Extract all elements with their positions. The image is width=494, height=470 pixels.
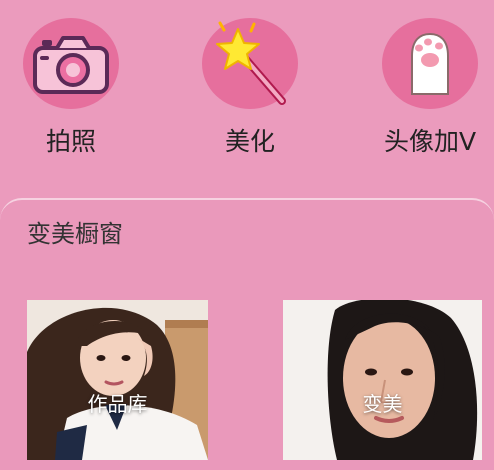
section-title: 变美橱窗	[27, 220, 123, 248]
action-label-photo: 拍照	[45, 127, 96, 156]
showcase-panel: 变美橱窗 作品库 变美	[0, 198, 494, 470]
cat-paw-icon	[411, 32, 449, 95]
beautify-action[interactable]: 美化	[190, 18, 310, 158]
showcase-card-beautify[interactable]: 变美	[283, 300, 482, 460]
avatar-v-action[interactable]: 头像加V	[370, 18, 490, 158]
action-label-avatar-v: 头像加V	[383, 127, 477, 156]
showcase-card-gallery[interactable]: 作品库	[27, 300, 208, 460]
magic-wand-icon	[216, 21, 286, 105]
portrait-photo-1	[27, 300, 208, 460]
card-label-beautify: 变美	[362, 392, 403, 416]
action-label-beautify: 美化	[224, 127, 275, 156]
portrait-photo-2	[283, 300, 482, 460]
cat-paw-icon-circle	[382, 18, 478, 109]
camera-action[interactable]: 拍照	[11, 18, 131, 158]
camera-icon-circle	[23, 18, 119, 109]
card-label-gallery: 作品库	[87, 392, 148, 416]
camera-icon	[33, 35, 109, 94]
magic-wand-icon-circle	[202, 18, 298, 109]
